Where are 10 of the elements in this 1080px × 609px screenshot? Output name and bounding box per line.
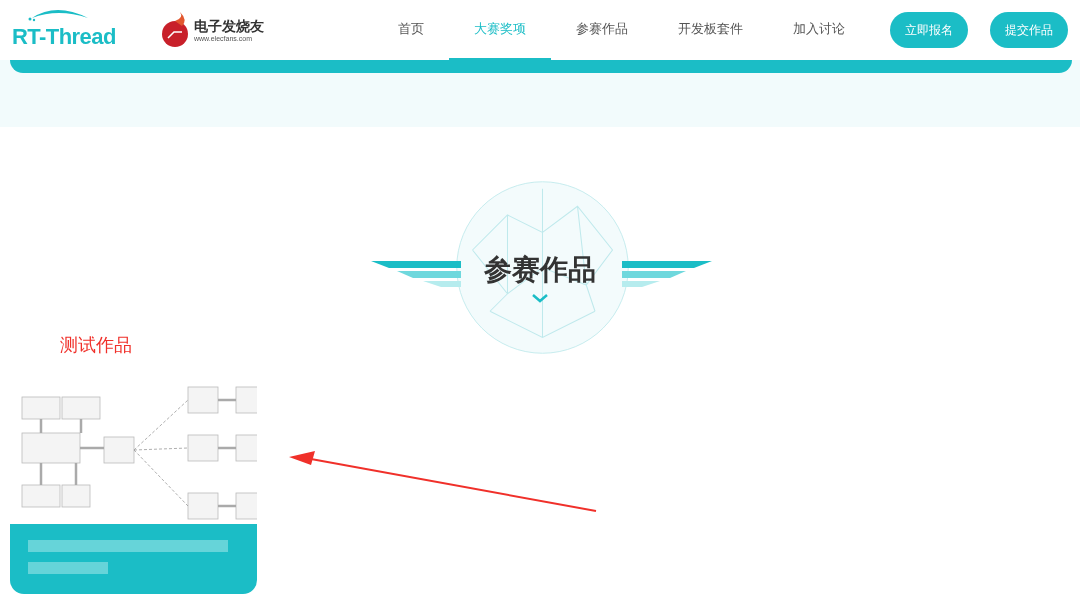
nav-tab[interactable]: 参赛作品 [551, 0, 653, 60]
nav-tab[interactable]: 首页 [373, 0, 449, 60]
logo-text: RT-Thread [12, 22, 116, 51]
flame-logo-icon [160, 12, 190, 48]
chevron-down-icon [531, 293, 549, 303]
work-title: 测试作品 [60, 334, 133, 357]
partner-name: 电子发烧友 [194, 18, 264, 33]
nav-tab[interactable]: 加入讨论 [768, 0, 870, 60]
nav-tab[interactable]: 开发板套件 [653, 0, 768, 60]
section-title: 参赛作品 [484, 253, 596, 287]
